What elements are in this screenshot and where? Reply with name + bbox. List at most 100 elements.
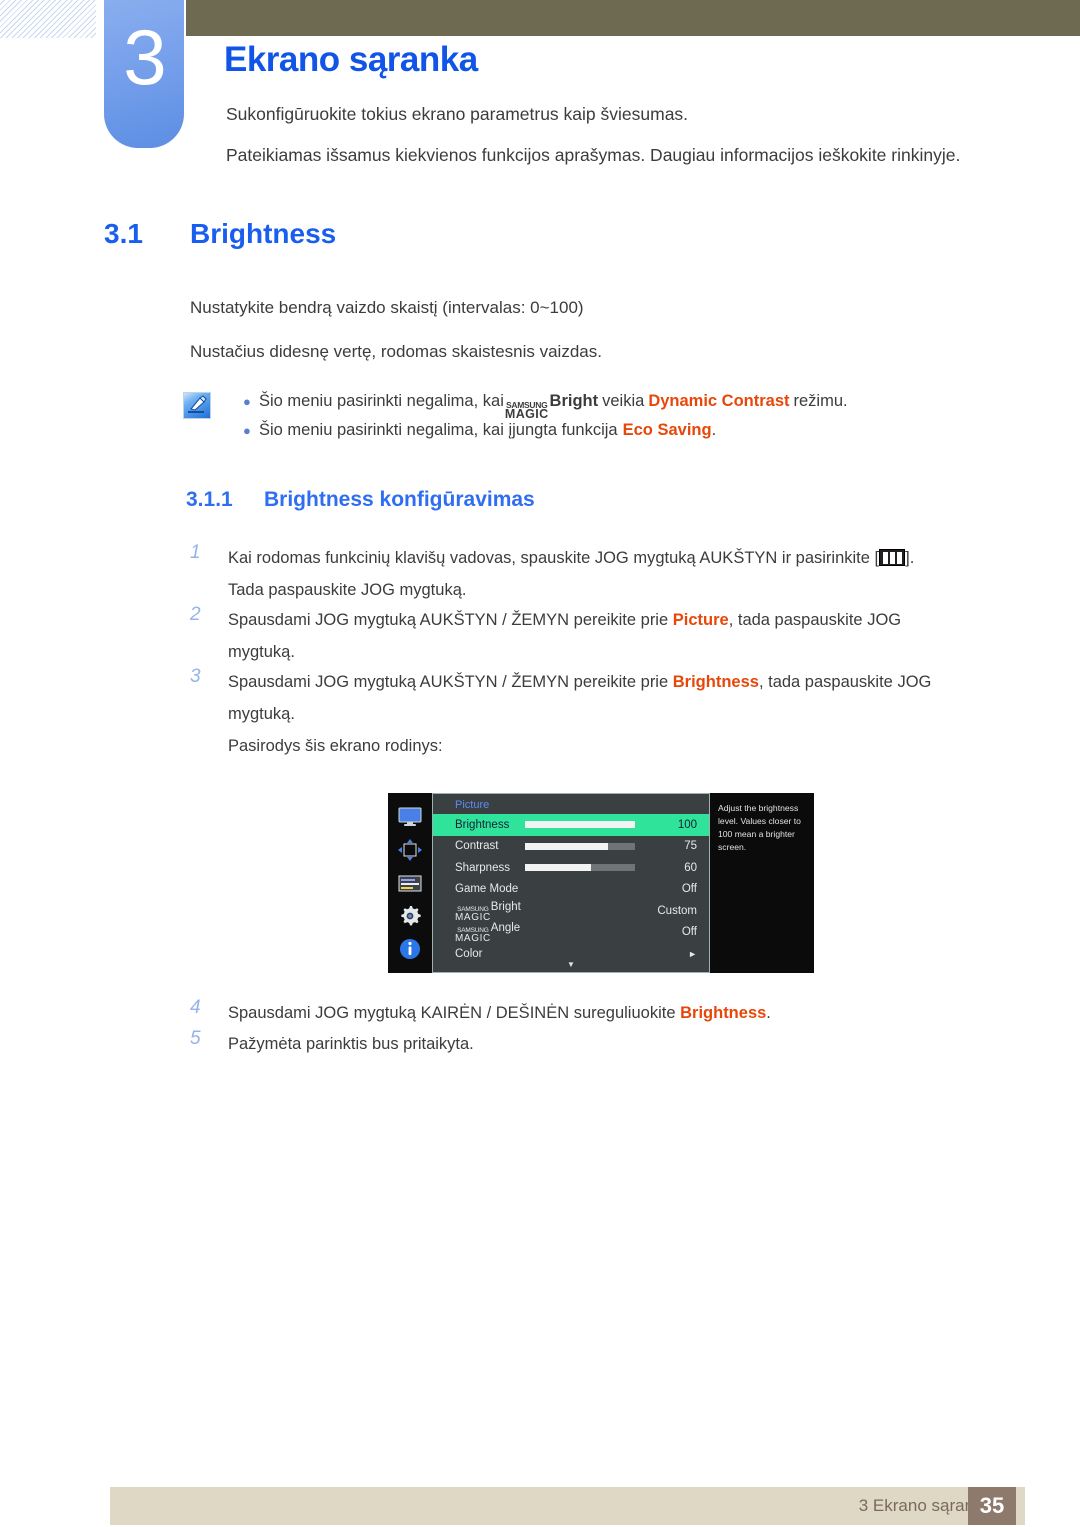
magic-logo-stack: SAMSUNG MAGIC — [455, 906, 491, 923]
step-2-index: 2 — [190, 604, 201, 625]
osd-rows: Brightness 100 Contrast 75 Sharpness 60 … — [433, 814, 709, 965]
step-2-highlight: Picture — [672, 611, 729, 629]
osd-row-sharpness[interactable]: Sharpness 60 — [433, 857, 709, 879]
step-5: 5 Pažymėta parinktis bus pritaikyta. — [190, 1028, 474, 1060]
note-bullet-1-highlight: Dynamic Contrast — [648, 392, 790, 410]
note-bullet-2-highlight: Eco Saving — [622, 421, 712, 439]
step-5-index: 5 — [190, 1028, 201, 1049]
step-4-text-after: . — [766, 1004, 771, 1022]
step-3-text-before: Spausdami JOG mygtuką AUKŠTYN / ŽEMYN pe… — [228, 673, 669, 691]
step-3: 3 Spausdami JOG mygtuką AUKŠTYN / ŽEMYN … — [190, 666, 931, 763]
note-bullet-2-text-before: Šio meniu pasirinkti negalima, kai įjung… — [259, 421, 618, 439]
note-bullet-2: ● Šio meniu pasirinkti negalima, kai įju… — [243, 421, 716, 440]
osd-row-sharpness-value: 60 — [684, 861, 697, 874]
magic-logo-stack: SAMSUNG MAGIC — [455, 927, 491, 945]
step-1-text-before: Kai rodomas funkcinių klavišų vadovas, s… — [228, 549, 880, 567]
step-4-index: 4 — [190, 997, 201, 1018]
osd-panel: Picture Brightness 100 Contrast 75 Sharp… — [432, 793, 710, 973]
step-3-line-3: Pasirodys šis ekrano rodinys: — [228, 737, 443, 756]
step-2-text-after: , tada paspauskite JOG — [728, 611, 902, 629]
magic-bottom-text: MAGIC — [455, 933, 491, 945]
step-1-index: 1 — [190, 542, 201, 563]
subsection-number: 3.1.1 — [186, 488, 233, 511]
step-1: 1 Kai rodomas funkcinių klavišų vadovas,… — [190, 542, 914, 606]
step-4-text-before: Spausdami JOG mygtuką KAIRĖN / DEŠINĖN s… — [228, 1004, 676, 1022]
note-bullet-2-text-after: . — [711, 421, 717, 439]
subsection-title: Brightness konfigūravimas — [264, 488, 535, 511]
step-1-line-2: Tada paspauskite JOG mygtuką. — [228, 581, 467, 600]
samsung-magic-logo: SAMSUNG MAGIC Angle — [455, 922, 521, 945]
note-bullet-1-text-before: Šio meniu pasirinkti negalima, kai — [259, 392, 504, 410]
osd-row-brightness-slider[interactable] — [525, 821, 635, 829]
step-4: 4 Spausdami JOG mygtuką KAIRĖN / DEŠINĖN… — [190, 997, 771, 1029]
chapter-number-tab: 3 — [104, 0, 184, 148]
osd-scroll-down-icon[interactable]: ▼ — [433, 960, 709, 969]
note-bullet-1: ● Šio meniu pasirinkti negalima, kai SAM… — [243, 392, 848, 421]
osd-row-magic-angle[interactable]: SAMSUNG MAGIC Angle Off — [433, 922, 709, 944]
step-3-line-2: mygtuką. — [228, 705, 295, 724]
step-3-body: Spausdami JOG mygtuką AUKŠTYN / ŽEMYN pe… — [228, 666, 931, 763]
osd-row-contrast-slider[interactable] — [525, 842, 635, 850]
header-hatch-decoration — [0, 0, 96, 38]
magic-suffix: Bright — [490, 900, 521, 913]
osd-row-magic-bright[interactable]: SAMSUNG MAGIC Bright Custom — [433, 900, 709, 923]
section-number: 3.1 — [104, 218, 143, 249]
osd-row-magic-angle-value: Off — [681, 926, 697, 939]
osd-panel-title: Picture — [455, 799, 490, 811]
header-olive-bar — [186, 0, 1080, 36]
osd-row-magic-angle-label: SAMSUNG MAGIC Angle — [455, 922, 645, 945]
section-paragraph-2: Nustačius didesnę vertę, rodomas skaiste… — [190, 342, 602, 361]
section-title: Brightness — [190, 218, 337, 249]
samsung-magic-logo: SAMSUNG MAGIC — [505, 401, 549, 421]
osd-row-brightness-value: 100 — [677, 818, 697, 831]
step-1-body: Kai rodomas funkcinių klavišų vadovas, s… — [228, 542, 914, 606]
step-2-body: Spausdami JOG mygtuką AUKŠTYN / ŽEMYN pe… — [228, 604, 901, 668]
info-icon — [397, 938, 423, 960]
osd-help-text: Adjust the brightness level. Values clos… — [710, 793, 814, 973]
bullet-marker: ● — [243, 394, 251, 409]
resize-arrows-icon — [397, 839, 423, 861]
monitor-icon — [397, 806, 423, 828]
osd-row-color-label: Color — [455, 947, 483, 960]
step-1-text-after: ]. — [905, 549, 915, 567]
osd-row-game-mode[interactable]: Game Mode Off — [433, 879, 709, 901]
chapter-title: Ekrano sąranka — [224, 40, 478, 79]
bullet-marker: ● — [243, 423, 251, 438]
step-3-index: 3 — [190, 666, 201, 687]
osd-row-magic-bright-label: SAMSUNG MAGIC Bright — [455, 900, 645, 923]
step-4-highlight: Brightness — [680, 1004, 767, 1022]
osd-row-brightness[interactable]: Brightness 100 — [433, 814, 709, 836]
osd-row-game-mode-label: Game Mode — [455, 883, 519, 896]
magic-bottom-text: MAGIC — [504, 407, 549, 422]
chapter-number: 3 — [123, 13, 166, 101]
picture-menu-icon — [879, 549, 906, 566]
step-2: 2 Spausdami JOG mygtuką AUKŠTYN / ŽEMYN … — [190, 604, 901, 668]
step-3-text-after: , tada paspauskite JOG — [758, 673, 932, 691]
osd-row-contrast-value: 75 — [684, 840, 697, 853]
note-bullet-1-text-after: režimu. — [793, 392, 848, 410]
gear-settings-icon — [397, 905, 423, 927]
osd-row-game-mode-value: Off — [681, 883, 697, 896]
osd-sidebar — [388, 793, 432, 973]
step-2-text-before: Spausdami JOG mygtuką AUKŠTYN / ŽEMYN pe… — [228, 611, 669, 629]
subsection-heading: 3.1.1 Brightness konfigūravimas — [186, 488, 535, 512]
magic-bottom-text: MAGIC — [455, 911, 491, 923]
note-pencil-icon — [183, 392, 211, 419]
osd-row-contrast[interactable]: Contrast 75 — [433, 836, 709, 858]
osd-row-sharpness-slider[interactable] — [525, 864, 635, 872]
magic-suffix: Bright — [549, 392, 599, 410]
magic-suffix: Angle — [490, 922, 521, 935]
samsung-magic-logo: SAMSUNG MAGIC Bright — [455, 900, 521, 923]
note-bullet-1-text-mid: veikia — [602, 392, 645, 410]
chapter-intro-line-2: Pateikiamas išsamus kiekvienos funkcijos… — [226, 145, 961, 165]
osd-menu-screenshot: Picture Brightness 100 Contrast 75 Sharp… — [388, 793, 814, 973]
step-3-highlight: Brightness — [672, 673, 759, 691]
osd-row-contrast-label: Contrast — [455, 840, 499, 853]
step-5-body: Pažymėta parinktis bus pritaikyta. — [228, 1035, 474, 1053]
step-4-body: Spausdami JOG mygtuką KAIRĖN / DEŠINĖN s… — [228, 997, 771, 1029]
chapter-intro-line-1: Sukonfigūruokite tokius ekrano parametru… — [226, 104, 689, 124]
section-heading: 3.1 Brightness — [104, 218, 336, 250]
osd-row-magic-bright-value: Custom — [657, 904, 697, 917]
osd-row-sharpness-label: Sharpness — [455, 861, 510, 874]
step-2-line-2: mygtuką. — [228, 643, 295, 662]
